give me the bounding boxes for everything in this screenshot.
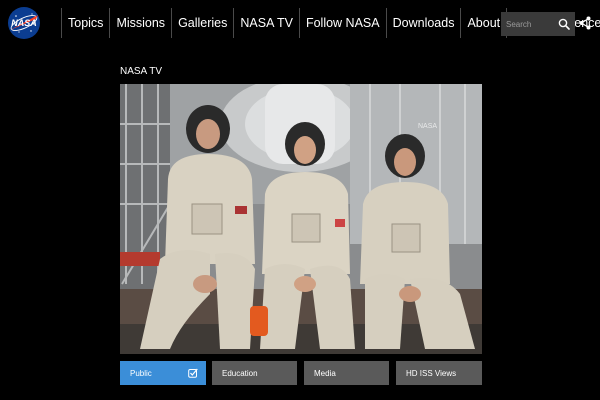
search-input[interactable]: [501, 12, 555, 36]
search-box: [501, 12, 575, 36]
nav-item-galleries[interactable]: Galleries: [171, 8, 233, 38]
tab-media[interactable]: Media: [304, 361, 389, 385]
nav-item-missions[interactable]: Missions: [109, 8, 171, 38]
nav-item-nasa-tv[interactable]: NASA TV: [233, 8, 299, 38]
video-frame: NASA: [120, 84, 482, 354]
video-player[interactable]: NASA: [120, 84, 482, 354]
nasa-logo[interactable]: NASA: [7, 6, 41, 40]
nav-item-downloads[interactable]: Downloads: [385, 8, 461, 38]
nav-item-about[interactable]: About: [460, 8, 506, 38]
tab-education-label: Education: [222, 368, 258, 378]
nav-item-follow-nasa[interactable]: Follow NASA: [298, 8, 386, 38]
share-icon[interactable]: [579, 16, 591, 30]
nav-item-topics[interactable]: Topics: [61, 8, 109, 38]
check-icon: [188, 368, 198, 378]
tab-public[interactable]: Public: [120, 361, 206, 385]
page-title: NASA TV: [120, 66, 163, 77]
tab-public-label: Public: [130, 368, 152, 378]
video-watermark: NASA: [418, 123, 437, 130]
tab-education[interactable]: Education: [212, 361, 297, 385]
tab-hd-iss-views[interactable]: HD ISS Views: [396, 361, 482, 385]
tab-hd-iss-views-label: HD ISS Views: [406, 368, 457, 378]
tab-media-label: Media: [314, 368, 336, 378]
channel-tabs: Public Education Media HD ISS Views: [120, 361, 482, 385]
site-header: NASA Topics Missions Galleries NASA TV F…: [0, 0, 600, 46]
search-icon[interactable]: [558, 18, 570, 30]
logo-text: NASA: [11, 18, 37, 28]
